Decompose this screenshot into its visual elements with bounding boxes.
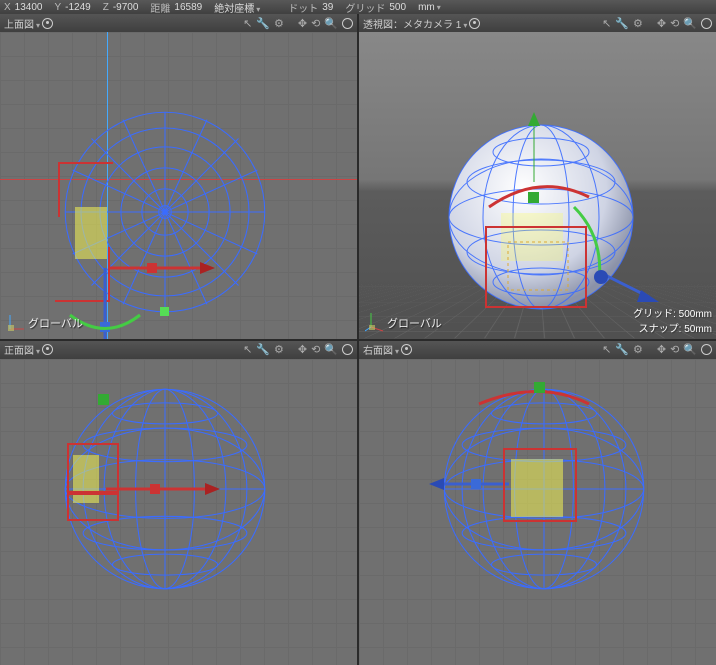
viewport-title-dropdown[interactable]: 正面図▾	[4, 342, 40, 357]
orbit-tool-icon[interactable]: ⟲	[670, 343, 679, 356]
dot-label: ドット	[288, 0, 318, 15]
viewport-tool-group: ↖ 🔧 ⚙ ✥ ⟲ 🔍	[602, 17, 712, 30]
status-bar: X 13400 Y -1249 Z -9700 距離 16589 絶対座標▾ ド…	[0, 0, 716, 14]
grid-label: グリッド	[345, 0, 385, 15]
viewport-title-dropdown[interactable]: 上面図▾	[4, 16, 40, 31]
gear-tool-icon[interactable]: ⚙	[633, 343, 643, 356]
viewport-perspective[interactable]: 透視図：メタカメラ 1▾ ↖ 🔧 ⚙ ✥ ⟲ 🔍	[359, 14, 716, 339]
grid-value: 500	[389, 2, 406, 13]
viewport-header: 正面図▾ ↖ 🔧 ⚙ ✥ ⟲ 🔍	[0, 341, 357, 359]
wrench-tool-icon[interactable]: 🔧	[615, 17, 629, 30]
coord-x-label: X	[4, 2, 11, 13]
coord-z-value: -9700	[113, 2, 139, 13]
dot-value: 39	[322, 2, 333, 13]
viewport-header: 上面図▾ ↖ 🔧 ⚙ ✥ ⟲ 🔍	[0, 14, 357, 32]
viewport-right[interactable]: 右面図▾ ↖ 🔧 ⚙ ✥ ⟲ 🔍	[359, 341, 716, 665]
viewport-label: グローバル	[28, 315, 83, 331]
chevron-down-icon: ▾	[463, 21, 467, 30]
wrench-tool-icon[interactable]: 🔧	[256, 343, 270, 356]
gear-tool-icon[interactable]: ⚙	[633, 17, 643, 30]
chevron-down-icon: ▾	[437, 3, 441, 12]
viewport-canvas[interactable]	[0, 359, 357, 665]
chevron-down-icon: ▾	[36, 347, 40, 356]
pan-tool-icon[interactable]: ✥	[657, 343, 666, 356]
cursor-tool-icon[interactable]: ↖	[602, 17, 611, 30]
target-icon[interactable]	[42, 344, 53, 355]
gear-tool-icon[interactable]: ⚙	[274, 17, 284, 30]
cursor-tool-icon[interactable]: ↖	[243, 17, 252, 30]
zoom-tool-icon[interactable]: 🔍	[683, 17, 697, 30]
axis-gizmo-icon	[365, 311, 387, 333]
unit-dropdown[interactable]: mm▾	[418, 2, 441, 13]
zoom-tool-icon[interactable]: 🔍	[324, 17, 338, 30]
orbit-tool-icon[interactable]: ⟲	[311, 17, 320, 30]
coord-system-dropdown[interactable]: 絶対座標▾	[214, 0, 260, 15]
wrench-tool-icon[interactable]: 🔧	[615, 343, 629, 356]
viewport-canvas[interactable]	[359, 359, 716, 665]
cursor-tool-icon[interactable]: ↖	[243, 343, 252, 356]
coord-z-label: Z	[103, 2, 109, 13]
zoom-tool-icon[interactable]: 🔍	[683, 343, 697, 356]
chevron-down-icon: ▾	[395, 347, 399, 356]
viewport-front[interactable]: 正面図▾ ↖ 🔧 ⚙ ✥ ⟲ 🔍	[0, 341, 357, 665]
target-icon[interactable]	[401, 344, 412, 355]
frame-icon[interactable]	[342, 344, 353, 355]
grid-info: グリッド: 500mm	[633, 305, 712, 320]
frame-icon[interactable]	[342, 18, 353, 29]
dist-label: 距離	[150, 0, 170, 15]
coord-y-label: Y	[54, 2, 61, 13]
viewport-title-dropdown[interactable]: 右面図▾	[363, 342, 399, 357]
viewport-tool-group: ↖ 🔧 ⚙ ✥ ⟲ 🔍	[243, 343, 353, 356]
wrench-tool-icon[interactable]: 🔧	[256, 17, 270, 30]
viewport-canvas[interactable]: グローバル	[0, 32, 357, 339]
viewport-label: グローバル	[387, 315, 442, 331]
chevron-down-icon: ▾	[36, 21, 40, 30]
pan-tool-icon[interactable]: ✥	[298, 343, 307, 356]
cursor-tool-icon[interactable]: ↖	[602, 343, 611, 356]
coord-x-value: 13400	[15, 2, 43, 13]
frame-icon[interactable]	[701, 18, 712, 29]
coord-y-value: -1249	[65, 2, 91, 13]
viewport-header: 右面図▾ ↖ 🔧 ⚙ ✥ ⟲ 🔍	[359, 341, 716, 359]
chevron-down-icon: ▾	[256, 5, 260, 14]
zoom-tool-icon[interactable]: 🔍	[324, 343, 338, 356]
gizmo[interactable]	[409, 369, 649, 569]
viewport-info: グリッド: 500mm スナップ: 50mm	[633, 305, 712, 335]
gizmo[interactable]	[444, 92, 704, 339]
viewport-tool-group: ↖ 🔧 ⚙ ✥ ⟲ 🔍	[602, 343, 712, 356]
viewport-canvas[interactable]: グローバル グリッド: 500mm スナップ: 50mm	[359, 32, 716, 339]
axis-gizmo-icon	[6, 311, 28, 333]
gizmo[interactable]	[30, 374, 270, 574]
viewport-header: 透視図：メタカメラ 1▾ ↖ 🔧 ⚙ ✥ ⟲ 🔍	[359, 14, 716, 32]
quad-view: 上面図▾ ↖ 🔧 ⚙ ✥ ⟲ 🔍	[0, 14, 716, 665]
orbit-tool-icon[interactable]: ⟲	[311, 343, 320, 356]
pan-tool-icon[interactable]: ✥	[657, 17, 666, 30]
dist-value: 16589	[174, 2, 202, 13]
frame-icon[interactable]	[701, 344, 712, 355]
viewport-top[interactable]: 上面図▾ ↖ 🔧 ⚙ ✥ ⟲ 🔍	[0, 14, 357, 339]
snap-info: スナップ: 50mm	[633, 320, 712, 335]
pan-tool-icon[interactable]: ✥	[298, 17, 307, 30]
target-icon[interactable]	[42, 18, 53, 29]
target-icon[interactable]	[469, 18, 480, 29]
viewport-tool-group: ↖ 🔧 ⚙ ✥ ⟲ 🔍	[243, 17, 353, 30]
app-root: X 13400 Y -1249 Z -9700 距離 16589 絶対座標▾ ド…	[0, 0, 716, 665]
gear-tool-icon[interactable]: ⚙	[274, 343, 284, 356]
orbit-tool-icon[interactable]: ⟲	[670, 17, 679, 30]
viewport-title-dropdown[interactable]: 透視図：メタカメラ 1▾	[363, 16, 467, 31]
